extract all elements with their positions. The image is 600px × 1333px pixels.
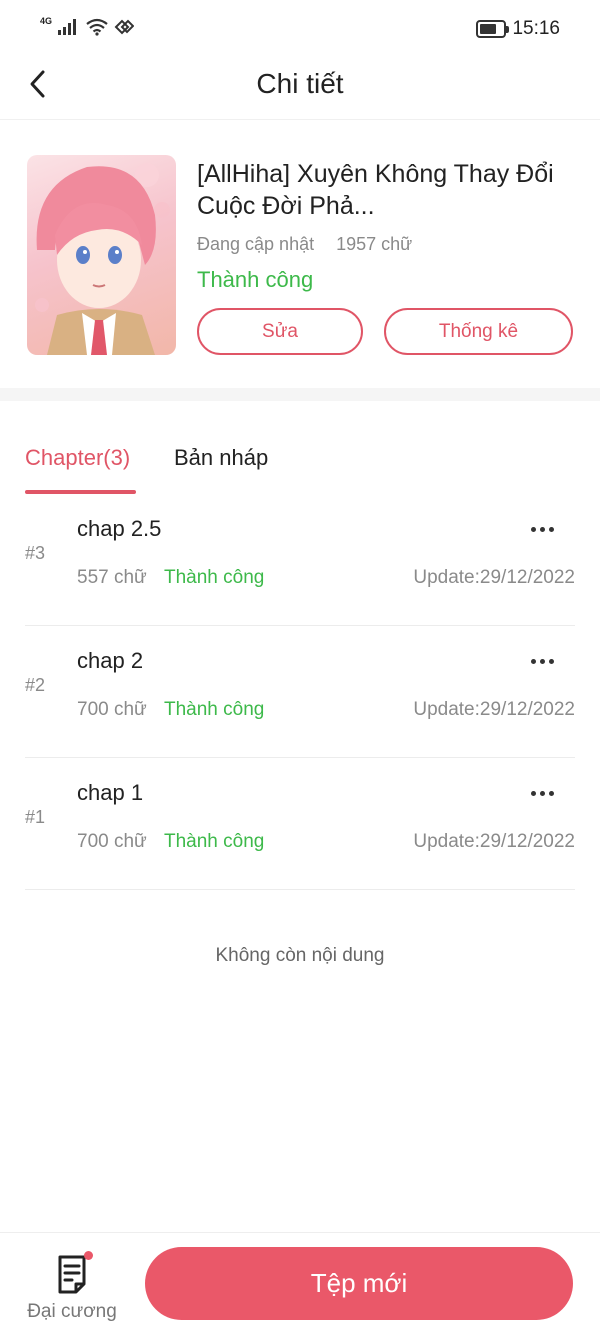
header: Chi tiết bbox=[0, 58, 600, 120]
chapter-row[interactable]: #3 chap 2.5 557 chữ Thành công Update:29… bbox=[25, 494, 575, 626]
chapter-word-count: 700 chữ bbox=[77, 699, 147, 720]
list-end-text: Không còn nội dung bbox=[215, 945, 385, 966]
status-left: 4G bbox=[40, 16, 135, 36]
chapter-word-count: 557 chữ bbox=[77, 567, 147, 588]
book-word-count: 1957 chữ bbox=[336, 234, 413, 254]
more-icon[interactable] bbox=[527, 646, 557, 676]
chapter-index: #2 bbox=[25, 675, 46, 695]
chapter-status: Thành công bbox=[164, 699, 265, 720]
more-icon[interactable] bbox=[527, 514, 557, 544]
outline-label: Đại cương bbox=[27, 1301, 117, 1322]
chapter-name: chap 2.5 bbox=[77, 516, 162, 541]
chapter-index: #1 bbox=[25, 807, 46, 827]
network-type: 4G bbox=[40, 16, 53, 26]
book-cover[interactable] bbox=[27, 155, 176, 355]
clock: 15:16 bbox=[512, 18, 560, 39]
book-update-status: Đang cập nhật bbox=[197, 234, 315, 254]
chapter-row[interactable]: #2 chap 2 700 chữ Thành công Update:29/1… bbox=[25, 626, 575, 758]
bottom-bar: Đại cương Tệp mới bbox=[0, 1232, 600, 1333]
chapter-word-count: 700 chữ bbox=[77, 831, 147, 852]
chapter-update-date: Update:29/12/2022 bbox=[413, 699, 575, 720]
chapter-index: #3 bbox=[25, 543, 46, 563]
section-divider bbox=[0, 388, 600, 401]
hotspot-icon bbox=[114, 19, 135, 35]
chapter-row[interactable]: #1 chap 1 700 chữ Thành công Update:29/1… bbox=[25, 758, 575, 890]
new-file-button[interactable]: Tệp mới bbox=[145, 1247, 573, 1320]
stats-button[interactable]: Thống kê bbox=[384, 308, 573, 355]
book-status: Thành công bbox=[197, 267, 314, 292]
chapter-name: chap 1 bbox=[77, 780, 144, 805]
wifi-icon bbox=[86, 18, 108, 36]
signal-icon bbox=[58, 19, 77, 35]
book-info: [AllHiha] Xuyên Không Thay Đổi Cuộc Đời … bbox=[0, 120, 600, 388]
chapter-status: Thành công bbox=[164, 831, 265, 852]
chapter-name: chap 2 bbox=[77, 648, 144, 673]
book-title: [AllHiha] Xuyên Không Thay Đổi Cuộc Đời … bbox=[197, 160, 554, 220]
edit-button[interactable]: Sửa bbox=[197, 308, 363, 355]
cover-illustration bbox=[35, 163, 170, 355]
battery-icon bbox=[476, 20, 510, 38]
page-title: Chi tiết bbox=[256, 68, 344, 99]
tab-draft[interactable]: Bản nháp bbox=[174, 445, 268, 471]
battery-fill bbox=[480, 24, 497, 34]
chapter-detail-screen: 4G 15:16 Chi tiết [AllHiha] Xuyên Không … bbox=[0, 0, 600, 1333]
notification-dot bbox=[84, 1251, 93, 1260]
chapter-update-date: Update:29/12/2022 bbox=[413, 567, 575, 588]
chapter-update-date: Update:29/12/2022 bbox=[413, 831, 575, 852]
status-bar: 4G 15:16 bbox=[0, 0, 600, 58]
outline-button[interactable]: Đại cương bbox=[16, 1249, 128, 1329]
more-icon[interactable] bbox=[527, 778, 557, 808]
chapter-status: Thành công bbox=[164, 567, 265, 588]
tab-chapter[interactable]: Chapter(3) bbox=[25, 445, 130, 471]
book-meta: Đang cập nhật 1957 chữ bbox=[197, 234, 412, 255]
outline-document-icon bbox=[58, 1255, 86, 1294]
status-right: 15:16 bbox=[476, 18, 560, 40]
tab-bar: Chapter(3) Bản nháp bbox=[0, 401, 600, 501]
